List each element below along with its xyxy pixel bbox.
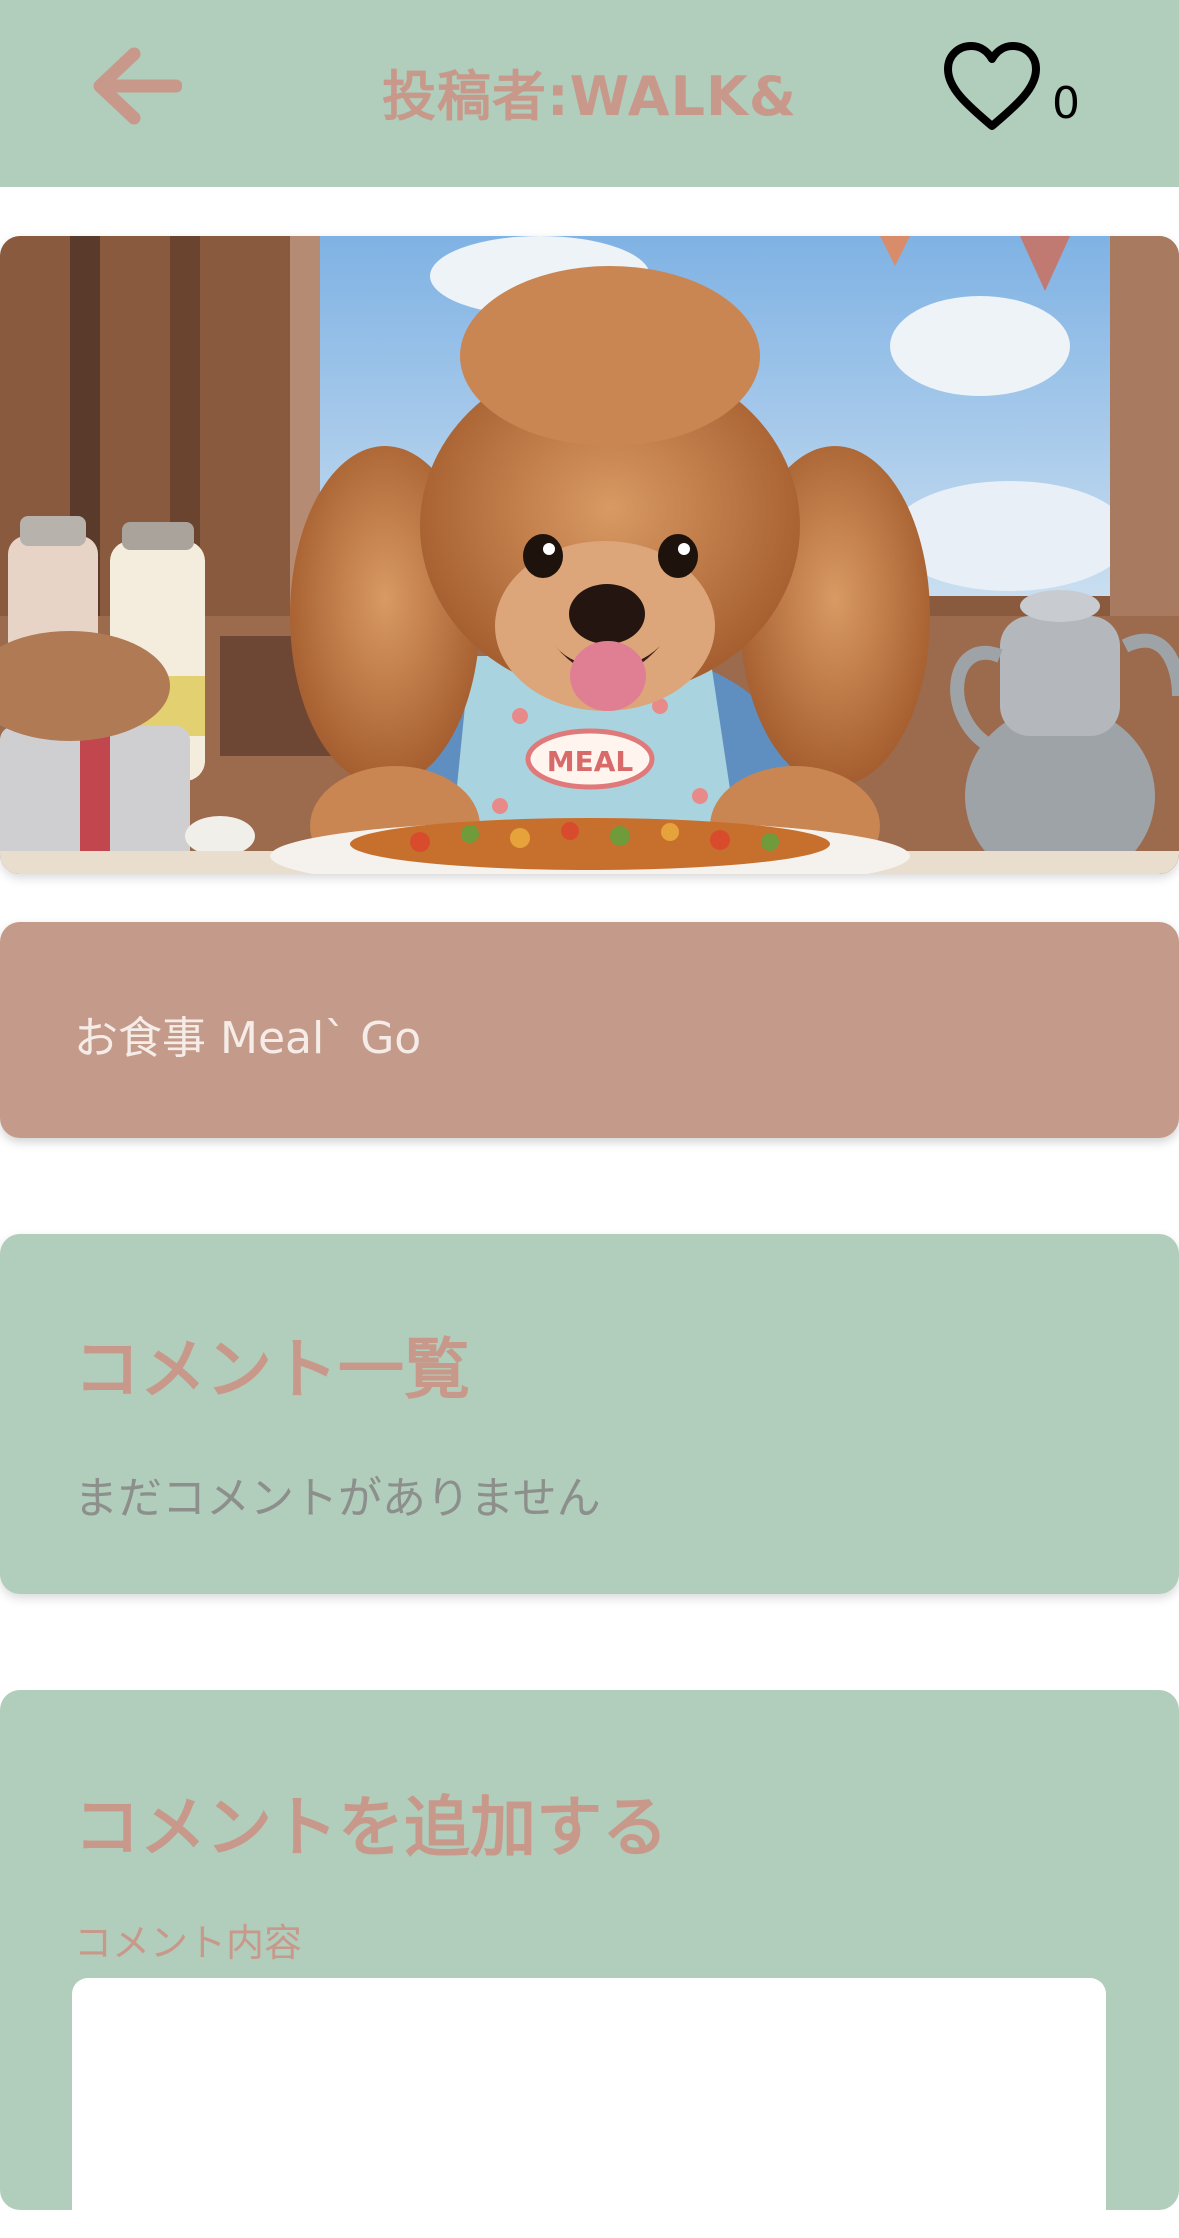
post-caption: お食事 Meal` Go — [74, 1013, 422, 1064]
like-count: 0 — [1052, 78, 1080, 129]
add-comment-section: コメントを追加する コメント内容 — [0, 1690, 1179, 2238]
post-caption-card: お食事 Meal` Go — [0, 922, 1179, 1138]
like-button[interactable] — [942, 42, 1042, 134]
comments-section: コメント一覧 まだコメントがありません — [0, 1234, 1179, 1594]
comment-field-label: コメント内容 — [74, 1921, 303, 1965]
bib-label: MEAL — [547, 745, 634, 778]
add-comment-title: コメントを追加する — [74, 1789, 668, 1866]
app-header: 投稿者:WALK& 0 — [0, 0, 1179, 187]
heart-outline-icon — [944, 42, 1040, 130]
comments-title: コメント一覧 — [74, 1331, 470, 1408]
post-image: MEAL — [0, 236, 1179, 874]
comments-empty-message: まだコメントがありません — [74, 1473, 601, 1524]
comment-input[interactable] — [72, 1978, 1106, 2238]
